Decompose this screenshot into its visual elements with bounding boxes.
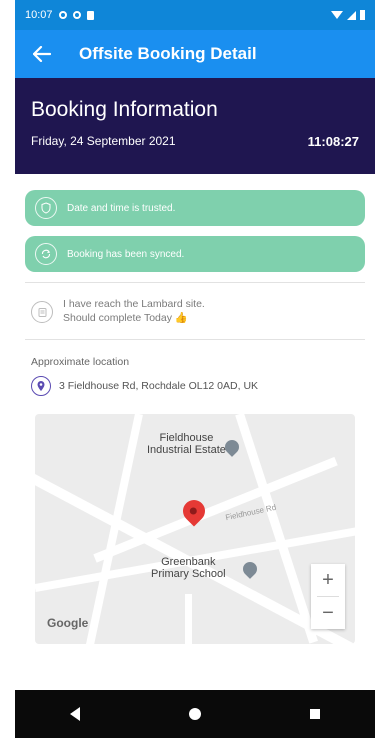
back-arrow-icon[interactable] xyxy=(31,43,53,65)
map-label: Fieldhouse xyxy=(159,432,214,444)
location-map[interactable]: Fieldhouse Industrial Estate Fieldhouse … xyxy=(35,414,355,644)
shield-check-icon xyxy=(35,197,57,219)
page-title: Offsite Booking Detail xyxy=(79,44,257,63)
notice-text: Date and time is trusted. xyxy=(67,202,176,214)
location-row: 3 Fieldhouse Rd, Rochdale OL12 0AD, UK xyxy=(25,376,365,396)
nav-home-icon[interactable] xyxy=(188,708,201,720)
system-nav-bar xyxy=(15,690,375,738)
note-icon xyxy=(31,301,53,323)
phone-screen: 10:07 Offsite Booking Detail Booking Inf… xyxy=(15,0,375,738)
map-label: Industrial Estate xyxy=(147,444,226,456)
message-line: I have reach the Lambard site. xyxy=(63,298,205,310)
trusted-notice: Date and time is trusted. xyxy=(25,190,365,226)
notification-icon xyxy=(58,11,67,19)
poi-marker-icon xyxy=(240,559,260,579)
nav-recents-icon[interactable] xyxy=(310,709,321,719)
map-label: Primary School xyxy=(151,568,226,580)
notification-icon xyxy=(72,11,81,19)
map-zoom-controls: + − xyxy=(311,564,345,629)
booking-header: Booking Information Friday, 24 September… xyxy=(15,78,375,174)
notice-text: Booking has been synced. xyxy=(67,248,185,260)
nav-back-icon[interactable] xyxy=(69,707,80,721)
divider xyxy=(25,339,365,340)
divider xyxy=(25,282,365,283)
zoom-in-button[interactable]: + xyxy=(311,564,345,596)
battery-icon xyxy=(360,10,365,20)
synced-notice: Booking has been synced. xyxy=(25,236,365,272)
location-label: Approximate location xyxy=(31,356,130,368)
message-line: Should complete Today 👍 xyxy=(63,312,188,324)
booking-date: Friday, 24 September 2021 xyxy=(31,134,176,148)
google-logo: Google xyxy=(47,616,89,630)
sd-card-icon xyxy=(86,10,94,20)
app-bar: Offsite Booking Detail xyxy=(15,30,375,78)
signal-icon xyxy=(347,10,356,20)
booking-heading: Booking Information xyxy=(31,98,218,121)
booking-content: Date and time is trusted. Booking has be… xyxy=(15,174,375,690)
location-pin-icon xyxy=(31,376,51,396)
wifi-icon xyxy=(331,11,343,19)
booking-message: I have reach the Lambard site. Should co… xyxy=(25,289,365,333)
map-road xyxy=(185,594,192,644)
status-time: 10:07 xyxy=(25,9,53,21)
booking-time: 11:08:27 xyxy=(307,134,359,149)
zoom-out-button[interactable]: − xyxy=(311,597,345,629)
location-address: 3 Fieldhouse Rd, Rochdale OL12 0AD, UK xyxy=(59,380,259,392)
status-bar: 10:07 xyxy=(15,0,375,30)
map-label: Greenbank xyxy=(161,556,216,568)
sync-icon xyxy=(35,243,57,265)
